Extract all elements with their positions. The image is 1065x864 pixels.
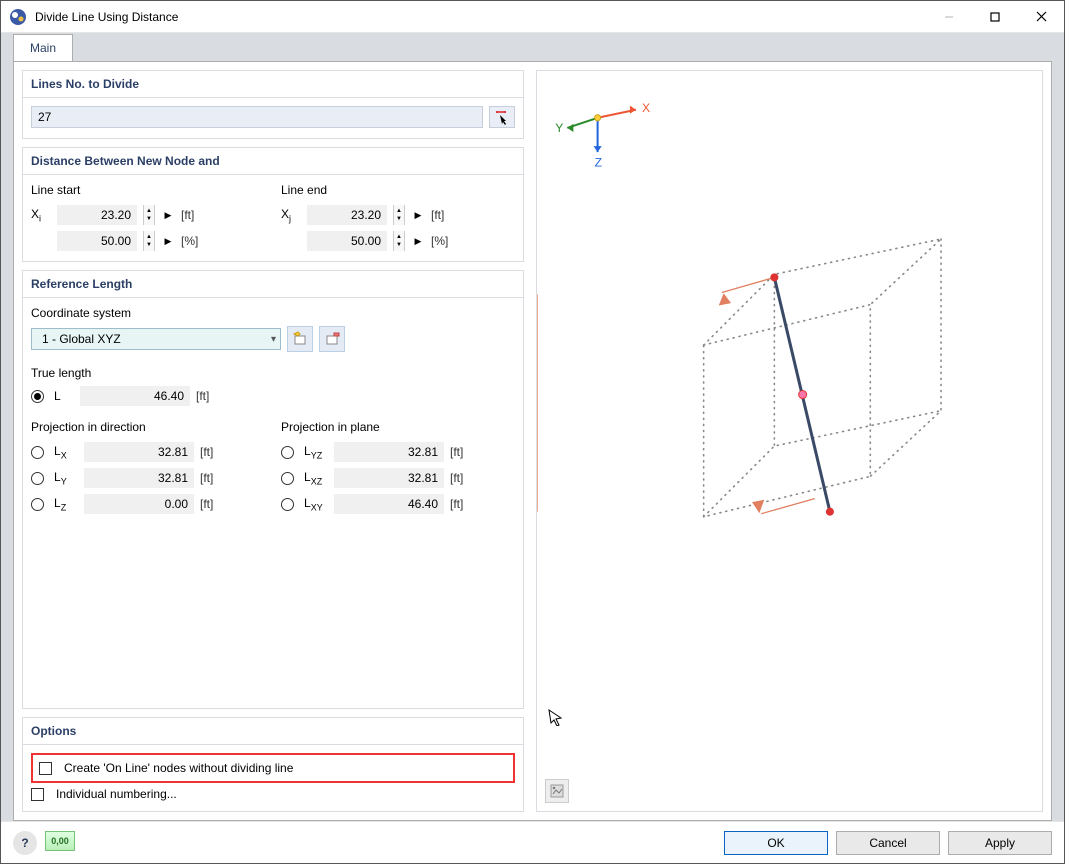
lxz-value [334, 468, 444, 488]
reference-panel: Reference Length Coordinate system 1 - G… [22, 270, 524, 709]
true-length-value [80, 386, 190, 406]
close-button[interactable] [1018, 1, 1064, 33]
svg-text:Y: Y [555, 121, 563, 135]
xj-label: Xj [281, 207, 301, 223]
coord-system-label: Coordinate system [31, 306, 515, 320]
coord-system-combo[interactable]: 1 - Global XYZ ▾ [31, 328, 281, 350]
proj-dir-label: Projection in direction [31, 420, 265, 434]
xi-percent-input[interactable] [57, 231, 137, 251]
xj-pct-spinner[interactable]: ▲▼ [393, 231, 405, 251]
L-label: L [54, 389, 74, 403]
button-bar: ? 0,00 OK Cancel Apply [1, 821, 1064, 863]
minimize-button[interactable] [926, 1, 972, 33]
opt-individual-numbering-checkbox[interactable] [31, 788, 44, 801]
maximize-button[interactable] [972, 1, 1018, 33]
new-coord-button[interactable] [287, 326, 313, 352]
distance-header: Distance Between New Node and [23, 148, 523, 175]
xi-pct-spinner[interactable]: ▲▼ [143, 231, 155, 251]
lyz-radio[interactable] [281, 446, 294, 459]
tab-main[interactable]: Main [13, 34, 73, 61]
lz-radio[interactable] [31, 498, 44, 511]
lyz-value [334, 442, 444, 462]
xj-value-input[interactable] [307, 205, 387, 225]
cancel-button[interactable]: Cancel [836, 831, 940, 855]
xi-value-input[interactable] [57, 205, 137, 225]
highlighted-option: Create 'On Line' nodes without dividing … [31, 753, 515, 783]
xi-pct-apply-button[interactable]: ▶ [161, 231, 175, 251]
right-column: X Y Z [536, 70, 1043, 812]
xj-percent-input[interactable] [307, 231, 387, 251]
window-controls [926, 1, 1064, 33]
dialog-window: Divide Line Using Distance Main Lines No… [0, 0, 1065, 864]
lxz-radio[interactable] [281, 472, 294, 485]
opt-online-nodes-checkbox[interactable] [39, 762, 52, 775]
distance-panel: Distance Between New Node and Line start… [22, 147, 524, 262]
preview-panel: X Y Z [536, 70, 1043, 812]
line-start-label: Line start [31, 183, 265, 197]
true-length-radio[interactable] [31, 390, 44, 403]
ly-radio[interactable] [31, 472, 44, 485]
svg-text:Z: Z [595, 155, 603, 169]
xj-pct-apply-button[interactable]: ▶ [411, 231, 425, 251]
lines-no-input[interactable] [31, 106, 483, 128]
opt-online-nodes[interactable]: Create 'On Line' nodes without dividing … [39, 761, 507, 775]
save-image-button[interactable] [545, 779, 569, 803]
pct-unit: [%] [181, 234, 207, 248]
lxy-radio[interactable] [281, 498, 294, 511]
svg-text:X: X [642, 101, 650, 115]
xi-apply-button[interactable]: ▶ [161, 205, 175, 225]
tabstrip: Main [13, 33, 73, 60]
app-icon [9, 8, 27, 26]
lz-value [84, 494, 194, 514]
ok-button[interactable]: OK [724, 831, 828, 855]
lxy-value [334, 494, 444, 514]
window-title: Divide Line Using Distance [35, 10, 926, 24]
edit-coord-button[interactable] [319, 326, 345, 352]
pick-lines-button[interactable] [489, 106, 515, 128]
opt-individual-numbering[interactable]: Individual numbering... [31, 787, 515, 801]
reference-header: Reference Length [23, 271, 523, 298]
preview-svg: X Y Z [537, 71, 1042, 811]
xi-label: Xi [31, 207, 51, 223]
lines-no-panel: Lines No. to Divide [22, 70, 524, 139]
titlebar: Divide Line Using Distance [1, 1, 1064, 33]
coord-system-value: 1 - Global XYZ [42, 332, 121, 346]
cursor-icon [547, 708, 565, 726]
left-column: Lines No. to Divide Distance Between New… [22, 70, 524, 812]
lx-value [84, 442, 194, 462]
true-length-label: True length [31, 366, 515, 380]
xi-spinner[interactable]: ▲▼ [143, 205, 155, 225]
options-panel: Options Create 'On Line' nodes without d… [22, 717, 524, 812]
proj-plane-label: Projection in plane [281, 420, 515, 434]
lx-radio[interactable] [31, 446, 44, 459]
chevron-down-icon: ▾ [271, 334, 276, 345]
dialog-body: Main Lines No. to Divide [1, 33, 1064, 821]
units-button[interactable]: 0,00 [45, 831, 75, 851]
ly-value [84, 468, 194, 488]
apply-button[interactable]: Apply [948, 831, 1052, 855]
options-header: Options [23, 718, 523, 745]
xj-spinner[interactable]: ▲▼ [393, 205, 405, 225]
content-area: Lines No. to Divide Distance Between New… [13, 61, 1052, 821]
xj-apply-button[interactable]: ▶ [411, 205, 425, 225]
help-button[interactable]: ? [13, 831, 37, 855]
lines-no-header: Lines No. to Divide [23, 71, 523, 98]
line-end-label: Line end [281, 183, 515, 197]
ft-unit: [ft] [181, 208, 207, 222]
